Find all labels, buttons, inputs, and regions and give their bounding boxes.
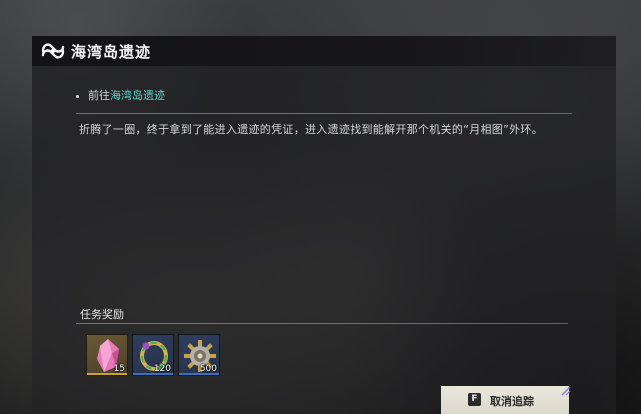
- quest-description: 折腾了一圈，终于拿到了能进入遗迹的凭证，进入遗迹找到能解开那个机关的“月相图”外…: [79, 123, 543, 136]
- quest-objective: 前往海湾岛遗迹: [76, 87, 165, 103]
- objective-prefix: 前往: [88, 89, 110, 102]
- untrack-label: 取消追踪: [490, 395, 534, 408]
- quest-icon: [39, 37, 67, 65]
- reward-item[interactable]: 15: [86, 334, 128, 376]
- reward-quantity: 500: [199, 364, 217, 374]
- untrack-quest-button[interactable]: F 取消追踪: [441, 386, 569, 414]
- bullet-icon: [76, 94, 79, 98]
- reward-item[interactable]: 120: [132, 334, 174, 376]
- rewards-heading: 任务奖励: [80, 308, 124, 321]
- button-corner-accent-icon: [561, 381, 571, 396]
- reward-item[interactable]: 500: [178, 334, 220, 376]
- objective-divider: [76, 113, 572, 114]
- quest-title: 海湾岛遗迹: [71, 43, 152, 61]
- reward-quantity: 15: [113, 364, 125, 374]
- reward-quantity: 120: [153, 364, 171, 374]
- keybind-f: F: [468, 393, 481, 406]
- objective-target-link[interactable]: 海湾岛遗迹: [110, 89, 165, 102]
- rewards-divider: [76, 323, 568, 324]
